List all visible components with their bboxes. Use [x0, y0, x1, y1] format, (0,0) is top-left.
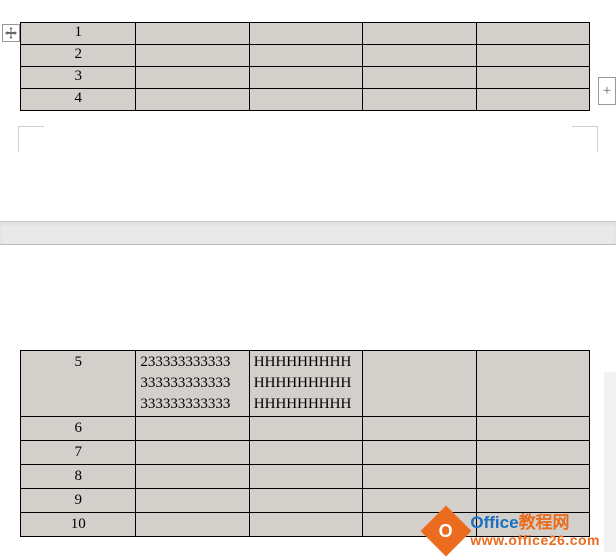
cell[interactable] — [476, 441, 589, 465]
cell[interactable] — [136, 441, 249, 465]
cell[interactable] — [476, 67, 589, 89]
cell[interactable] — [136, 489, 249, 513]
table-row[interactable]: 4 — [21, 89, 590, 111]
cell-rownum[interactable]: 7 — [21, 441, 136, 465]
cell[interactable] — [136, 417, 249, 441]
cell[interactable] — [136, 89, 249, 111]
watermark-url: www.office26.com — [470, 533, 600, 548]
page-gap — [0, 221, 616, 245]
table-bottom[interactable]: 5 233333333333 333333333333 333333333333… — [20, 350, 590, 537]
cell[interactable] — [136, 67, 249, 89]
cell[interactable] — [249, 89, 362, 111]
cell[interactable] — [249, 441, 362, 465]
cell[interactable] — [136, 23, 249, 45]
cell-rownum[interactable]: 1 — [21, 23, 136, 45]
page-bottom-margin — [0, 111, 616, 221]
table-add-column-handle[interactable]: + — [598, 77, 616, 105]
cell[interactable] — [476, 89, 589, 111]
scrollbar-track[interactable] — [604, 372, 616, 552]
cell-rownum[interactable]: 8 — [21, 465, 136, 489]
cell-rownum[interactable]: 10 — [21, 513, 136, 537]
cell-rownum[interactable]: 3 — [21, 67, 136, 89]
cell[interactable] — [249, 513, 362, 537]
cell-rownum[interactable]: 2 — [21, 45, 136, 67]
cell-rownum[interactable]: 4 — [21, 89, 136, 111]
table-row[interactable]: 3 — [21, 67, 590, 89]
table-row[interactable]: 7 — [21, 441, 590, 465]
cell[interactable] — [363, 351, 476, 417]
cell[interactable] — [249, 23, 362, 45]
cell-rownum[interactable]: 5 — [21, 351, 136, 417]
cell[interactable] — [363, 489, 476, 513]
cell[interactable] — [363, 465, 476, 489]
cell[interactable] — [476, 351, 589, 417]
table-move-handle[interactable] — [2, 24, 20, 42]
table-row[interactable]: 6 — [21, 417, 590, 441]
watermark-brand-cn: 教程网 — [519, 513, 570, 532]
margin-corner-icon — [572, 126, 598, 152]
watermark-brand: Office — [470, 513, 518, 532]
cell[interactable] — [249, 465, 362, 489]
cell[interactable] — [476, 417, 589, 441]
cell[interactable] — [363, 23, 476, 45]
watermark: O Office教程网 www.office26.com — [428, 513, 600, 549]
cell[interactable] — [249, 67, 362, 89]
cell[interactable]: 233333333333 333333333333 333333333333 — [136, 351, 249, 417]
move-icon — [5, 27, 17, 39]
watermark-text: Office教程网 www.office26.com — [470, 514, 600, 548]
cell[interactable] — [249, 417, 362, 441]
cell[interactable] — [249, 489, 362, 513]
table-row[interactable]: 1 — [21, 23, 590, 45]
cell[interactable] — [136, 513, 249, 537]
cell-rownum[interactable]: 6 — [21, 417, 136, 441]
cell[interactable] — [476, 23, 589, 45]
cell[interactable] — [476, 45, 589, 67]
document-page-bottom-header — [0, 245, 616, 350]
cell[interactable] — [363, 45, 476, 67]
cell-rownum[interactable]: 9 — [21, 489, 136, 513]
table-row[interactable]: 5 233333333333 333333333333 333333333333… — [21, 351, 590, 417]
table-row[interactable]: 9 — [21, 489, 590, 513]
document-page-top: + 1 2 3 4 — [0, 22, 616, 221]
cell[interactable] — [363, 417, 476, 441]
cell[interactable] — [363, 441, 476, 465]
margin-corner-icon — [18, 126, 44, 152]
table-row[interactable]: 8 — [21, 465, 590, 489]
table-top[interactable]: 1 2 3 4 — [20, 22, 590, 111]
cell[interactable] — [363, 89, 476, 111]
cell[interactable] — [363, 67, 476, 89]
plus-icon: + — [603, 83, 611, 100]
cell[interactable] — [136, 45, 249, 67]
cell[interactable] — [476, 465, 589, 489]
cell[interactable] — [476, 489, 589, 513]
cell[interactable] — [136, 465, 249, 489]
watermark-logo-icon: O — [421, 506, 472, 557]
table-row[interactable]: 2 — [21, 45, 590, 67]
cell[interactable]: HHHHHHHHH HHHHHHHHH HHHHHHHHH — [249, 351, 362, 417]
cell[interactable] — [249, 45, 362, 67]
